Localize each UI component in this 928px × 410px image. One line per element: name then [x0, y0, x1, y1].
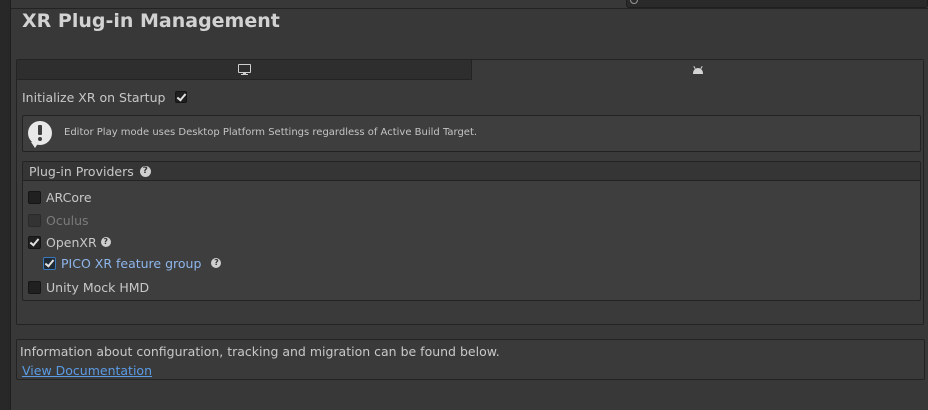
provider-row-openxr: OpenXR ? [28, 234, 111, 250]
tab-desktop[interactable] [17, 60, 472, 80]
provider-row-oculus: Oculus [28, 212, 89, 228]
left-gutter [0, 0, 10, 410]
provider-label-unity-mock-hmd: Unity Mock HMD [46, 279, 150, 295]
provider-row-arcore: ARCore [28, 189, 92, 205]
provider-label-arcore: ARCore [46, 189, 92, 205]
platform-tabbar [17, 60, 923, 80]
provider-checkbox-unity-mock-hmd[interactable] [28, 280, 41, 294]
xr-plugin-management-window: XR Plug-in Management Initialize XR on S… [0, 0, 928, 410]
search-field[interactable] [626, 0, 928, 8]
top-divider [11, 8, 928, 9]
provider-label-pico-feature-group[interactable]: PICO XR feature group [61, 256, 201, 271]
provider-checkbox-openxr[interactable] [28, 235, 41, 249]
tab-android[interactable] [472, 60, 923, 80]
platform-settings-panel: Initialize XR on Startup Editor Play mod… [16, 59, 924, 325]
initialize-xr-checkbox[interactable] [175, 91, 187, 103]
provider-row-unity-mock-hmd: Unity Mock HMD [28, 279, 149, 295]
documentation-info-panel: Information about configuration, trackin… [16, 339, 925, 380]
question-icon[interactable]: ? [139, 165, 151, 177]
search-icon [630, 0, 638, 4]
monitor-icon [237, 64, 251, 75]
view-documentation-link[interactable]: View Documentation [22, 363, 152, 378]
plugin-providers-header: Plug-in Providers ? [23, 162, 920, 181]
left-border [10, 0, 11, 410]
help-text: Editor Play mode uses Desktop Platform S… [64, 127, 478, 138]
android-icon [692, 65, 704, 74]
provider-row-pico-feature-group: PICO XR feature group ? [43, 255, 222, 271]
plugin-providers-section: Plug-in Providers ? ARCore Oculus OpenXR… [22, 161, 921, 301]
initialize-xr-label: Initialize XR on Startup [22, 89, 166, 105]
exclamation-icon-tail [31, 142, 39, 148]
help-box: Editor Play mode uses Desktop Platform S… [22, 115, 921, 152]
provider-label-oculus: Oculus [46, 212, 89, 228]
page-title: XR Plug-in Management [22, 10, 280, 32]
initialize-xr-row: Initialize XR on Startup [22, 88, 187, 106]
question-icon[interactable]: ? [211, 258, 222, 268]
provider-checkbox-oculus [28, 213, 41, 227]
provider-checkbox-pico-feature-group[interactable] [43, 256, 56, 270]
provider-checkbox-arcore[interactable] [28, 190, 41, 204]
plugin-providers-title: Plug-in Providers [29, 163, 134, 179]
info-text: Information about configuration, trackin… [20, 344, 500, 359]
question-icon[interactable]: ? [100, 237, 111, 247]
provider-label-openxr: OpenXR [46, 234, 97, 250]
